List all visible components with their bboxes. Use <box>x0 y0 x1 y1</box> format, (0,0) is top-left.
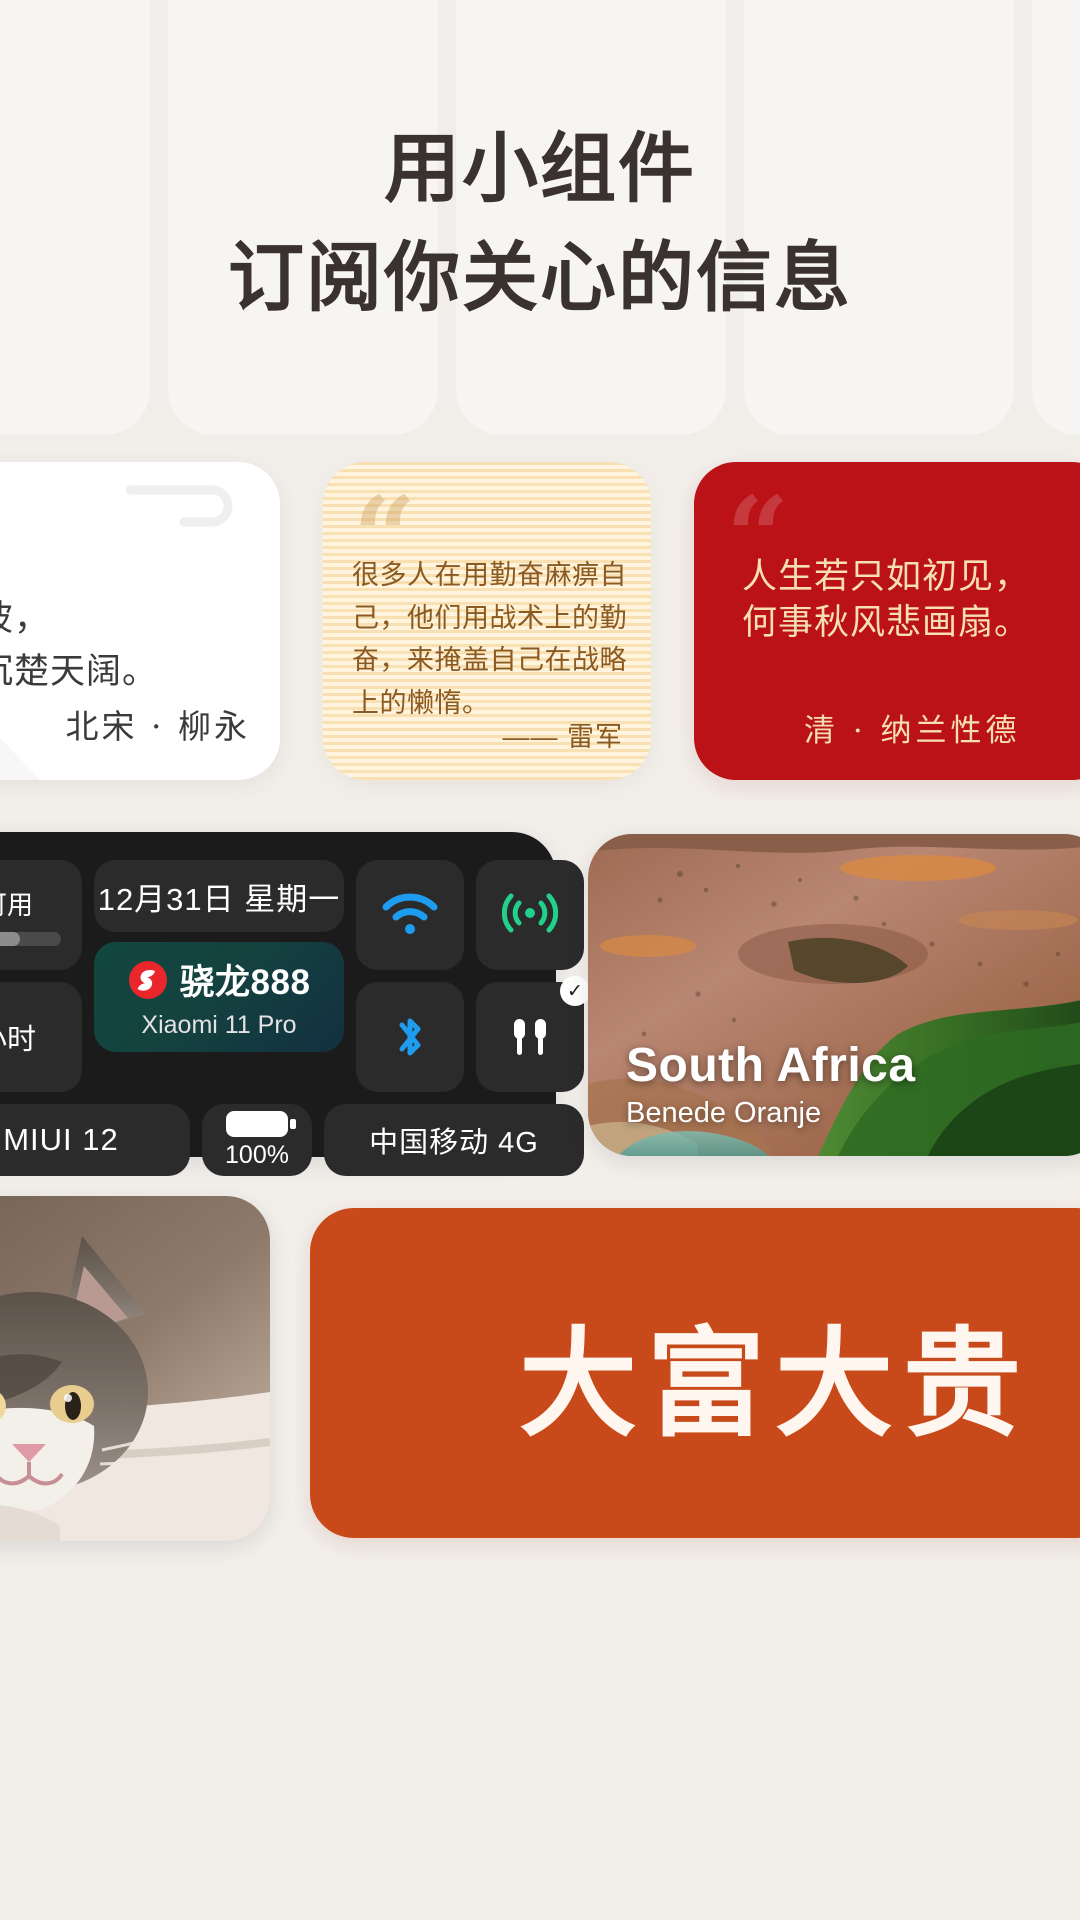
date-tile[interactable]: 12月31日 星期一 <box>94 860 344 932</box>
bottom-widget-row: 大富大贵 <box>0 1196 1080 1596</box>
map-subtitle: Benede Oranje <box>626 1097 822 1129</box>
device-model: Xiaomi 11 Pro <box>141 1011 297 1039</box>
page-title-line-1: 用小组件 <box>384 124 696 213</box>
snapdragon-logo-icon <box>128 960 167 999</box>
poem-line-3: 暮霭沉沉楚天阔。 <box>0 652 159 693</box>
earbuds-connected-badge: ✓ <box>560 976 590 1006</box>
map-widget-card[interactable]: South Africa Benede Oranje <box>588 834 1080 1156</box>
quote-widget-row: 念去去， 千里烟波， 暮霭沉沉楚天阔。 北宋 · 柳永 “ 很多人在用勤奋麻痹自… <box>0 462 1080 792</box>
chipset-tile[interactable]: 骁龙888 Xiaomi 11 Pro <box>94 942 344 1052</box>
cream-quote-widget-card[interactable]: “ 很多人在用勤奋麻痹自己，他们用战术上的勤奋，来掩盖自己在战略上的懒惰。 ——… <box>323 462 651 780</box>
cream-quote-attribution: —— 雷军 <box>502 722 623 752</box>
cloud-decoration-icon <box>126 485 233 527</box>
map-title: South Africa <box>626 1039 916 1092</box>
battery-full-icon <box>226 1110 296 1137</box>
cream-quote-text: 很多人在用勤奋麻痹自己，他们用战术上的勤奋，来掩盖自己在战略上的懒惰。 <box>352 560 627 718</box>
poem-line-2: 千里烟波， <box>0 599 51 640</box>
wifi-tile[interactable] <box>356 860 464 970</box>
red-quote-attribution: 清 · 纳兰性德 <box>804 713 1021 749</box>
system-version-tile[interactable]: MIUI 12 <box>0 1104 190 1176</box>
storage-progress-bar <box>0 931 61 946</box>
poem-attribution: 北宋 · 柳永 <box>65 707 250 746</box>
photo-widget-card[interactable] <box>0 1196 270 1541</box>
fortune-widget-card[interactable]: 大富大贵 <box>310 1208 1080 1538</box>
cellular-signal-tile[interactable] <box>476 860 584 970</box>
wifi-icon <box>382 893 438 934</box>
chipset-name: 骁龙888 <box>179 963 311 1002</box>
battery-percent: 100% <box>225 1140 289 1169</box>
battery-tile[interactable]: 100% <box>202 1104 312 1176</box>
red-quote-widget-card[interactable]: “ 人生若只如初见， 何事秋风悲画扇。 清 · 纳兰性德 <box>694 462 1080 780</box>
cellular-signal-icon <box>502 893 558 933</box>
red-quote-line-1: 人生若只如初见， <box>742 557 1031 597</box>
earbuds-icon <box>514 1019 546 1055</box>
storage-tile[interactable]: 可用 <box>0 860 82 970</box>
cat-photo-image <box>0 1196 270 1541</box>
earbuds-tile[interactable]: ✓ <box>476 976 590 1092</box>
fortune-text: 大富大贵 <box>518 1313 1031 1453</box>
poem-line-1: 念去去， <box>0 540 256 593</box>
uptime-tile[interactable]: 小时 <box>0 982 82 1092</box>
carrier-tile[interactable]: 中国移动 4G <box>324 1104 584 1176</box>
device-status-widget[interactable]: 可用 12月31日 星期一 骁龙888 Xiaomi 11 Pro <box>0 832 590 1176</box>
page-title-line-2: 订阅你关心的信息 <box>228 232 852 322</box>
status-widget-row: 可用 12月31日 星期一 骁龙888 Xiaomi 11 Pro <box>0 832 1080 1176</box>
bluetooth-icon <box>399 1018 421 1056</box>
red-quote-text: 人生若只如初见， 何事秋风悲画扇。 <box>742 554 1080 646</box>
hero-section: 用小组件 订阅你关心的信息 <box>0 0 1080 440</box>
page-title: 用小组件 订阅你关心的信息 <box>0 118 1080 329</box>
map-label-group: South Africa Benede Oranje <box>626 1038 916 1130</box>
bluetooth-tile[interactable] <box>356 982 464 1092</box>
storage-label: 可用 <box>0 889 33 920</box>
storage-progress-fill <box>0 931 20 946</box>
red-quote-line-2: 何事秋风悲画扇。 <box>742 603 1031 644</box>
chipset-header: 骁龙888 <box>128 954 311 1005</box>
poem-body: 念去去， 千里烟波， 暮霭沉沉楚天阔。 <box>0 540 256 700</box>
poem-widget-card[interactable]: 念去去， 千里烟波， 暮霭沉沉楚天阔。 北宋 · 柳永 <box>0 462 280 780</box>
